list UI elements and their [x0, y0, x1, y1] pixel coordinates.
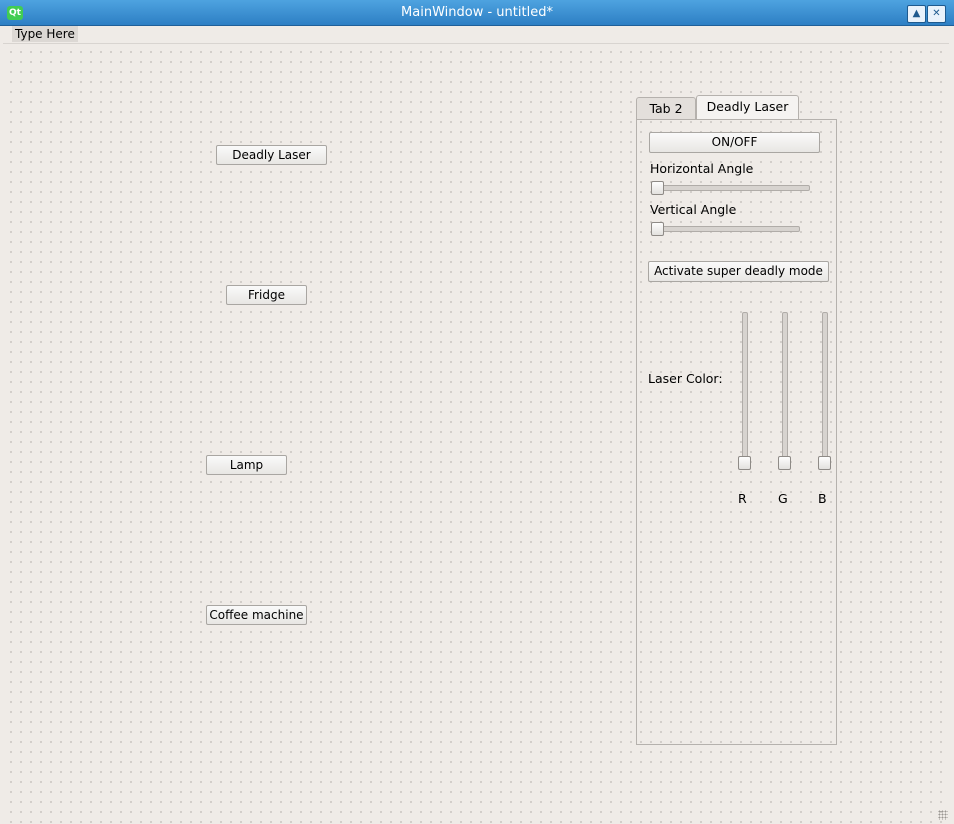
window-title: MainWindow - untitled* [401, 5, 553, 20]
size-grip-icon[interactable] [938, 810, 948, 820]
vertical-angle-label: Vertical Angle [650, 202, 737, 217]
deadly-laser-button[interactable]: Deadly Laser [216, 145, 327, 165]
tab-deadly-laser[interactable]: Deadly Laser [696, 95, 799, 120]
horizontal-angle-handle[interactable] [651, 181, 664, 195]
green-slider-handle[interactable] [778, 456, 791, 470]
on-off-button[interactable]: ON/OFF [649, 132, 820, 153]
vertical-angle-slider[interactable] [651, 226, 800, 232]
menu-bar: Type Here [0, 26, 954, 43]
maximize-button[interactable]: ▲ [907, 5, 926, 23]
lamp-button[interactable]: Lamp [206, 455, 287, 475]
vertical-angle-handle[interactable] [651, 222, 664, 236]
red-slider[interactable] [742, 312, 748, 466]
laser-color-label: Laser Color: [648, 371, 723, 386]
blue-slider-handle[interactable] [818, 456, 831, 470]
horizontal-angle-slider[interactable] [651, 185, 810, 191]
fridge-button[interactable]: Fridge [226, 285, 307, 305]
tab-2[interactable]: Tab 2 [636, 97, 696, 120]
blue-slider[interactable] [822, 312, 828, 466]
red-slider-handle[interactable] [738, 456, 751, 470]
super-deadly-mode-button[interactable]: Activate super deadly mode [648, 261, 829, 282]
red-label: R [738, 491, 747, 506]
green-label: G [778, 491, 788, 506]
close-button[interactable]: ✕ [927, 5, 946, 23]
coffee-machine-button[interactable]: Coffee machine [206, 605, 307, 625]
blue-label: B [818, 491, 827, 506]
green-slider[interactable] [782, 312, 788, 466]
menu-type-here[interactable]: Type Here [12, 26, 78, 42]
horizontal-angle-label: Horizontal Angle [650, 161, 754, 176]
title-bar: Qt MainWindow - untitled* ▲ ✕ [0, 0, 954, 26]
